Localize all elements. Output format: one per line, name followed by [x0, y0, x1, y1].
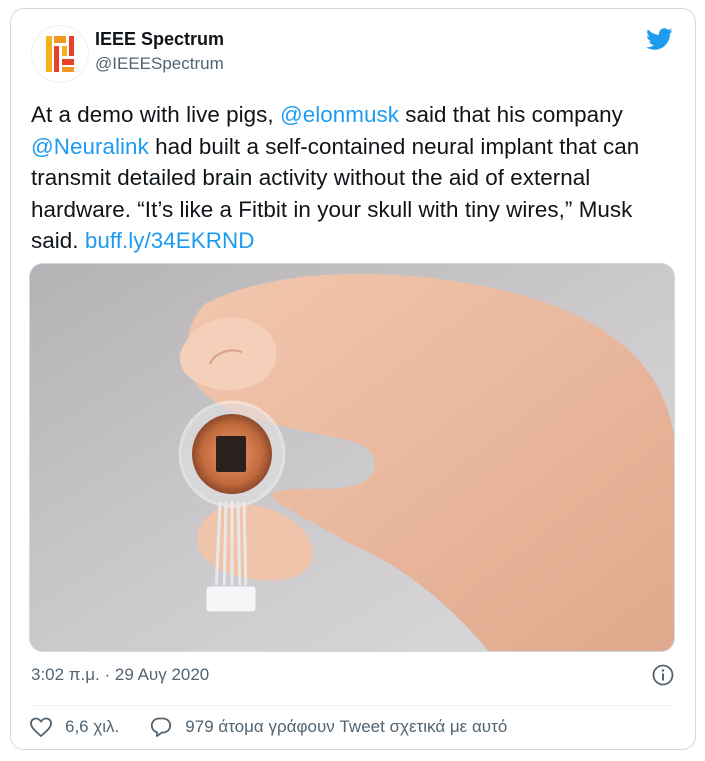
tweet-photo[interactable]	[29, 263, 675, 652]
tweet-actions: 6,6 χιλ. 979 άτομα γράφουν Tweet σχετικά…	[29, 715, 537, 739]
author-name[interactable]: IEEE Spectrum	[95, 29, 224, 50]
mention-neuralink[interactable]: @Neuralink	[31, 134, 149, 159]
ieee-spectrum-logo-icon	[46, 36, 74, 72]
tweet-text-segment: At a demo with live pigs,	[31, 102, 280, 127]
tweet-text-line-5: said. buff.ly/34EKRND	[31, 225, 681, 257]
article-link[interactable]: buff.ly/34EKRND	[85, 228, 255, 253]
tweet-text-line-2: @Neuralink had built a self-contained ne…	[31, 131, 681, 163]
like-count: 6,6 χιλ.	[65, 717, 120, 736]
tweet-text-line-4: hardware. “It’s like a Fitbit in your sk…	[31, 196, 633, 222]
divider	[31, 705, 675, 706]
reply-button[interactable]: 979 άτομα γράφουν Tweet σχετικά με αυτό	[149, 715, 507, 739]
tweet-text: At a demo with live pigs, @elonmusk said…	[31, 99, 681, 257]
reply-bubble-icon	[151, 717, 172, 737]
author-handle[interactable]: @IEEESpectrum	[95, 54, 224, 74]
twitter-bird-icon[interactable]	[643, 25, 675, 53]
tweet-timestamp[interactable]: 3:02 π.μ. · 29 Αυγ 2020	[31, 665, 209, 685]
tweet-text-line-3: transmit detailed brain activity without…	[31, 165, 591, 190]
mention-elonmusk[interactable]: @elonmusk	[280, 102, 399, 127]
tweet-text-segment: said.	[31, 228, 85, 253]
tweet-text-line-1: At a demo with live pigs, @elonmusk said…	[31, 99, 681, 131]
info-icon[interactable]	[651, 663, 675, 687]
heart-icon	[30, 717, 52, 738]
tweet-card: IEEE Spectrum @IEEESpectrum At a demo wi…	[10, 8, 696, 750]
neural-implant-photo	[30, 264, 674, 651]
tweet-text-segment: had built a self-contained neural implan…	[148, 133, 640, 159]
author-avatar[interactable]	[31, 25, 89, 83]
tweet-text-segment: said that his company	[398, 102, 623, 127]
reply-summary: 979 άτομα γράφουν Tweet σχετικά με αυτό	[185, 717, 508, 736]
like-button[interactable]: 6,6 χιλ.	[29, 715, 119, 739]
